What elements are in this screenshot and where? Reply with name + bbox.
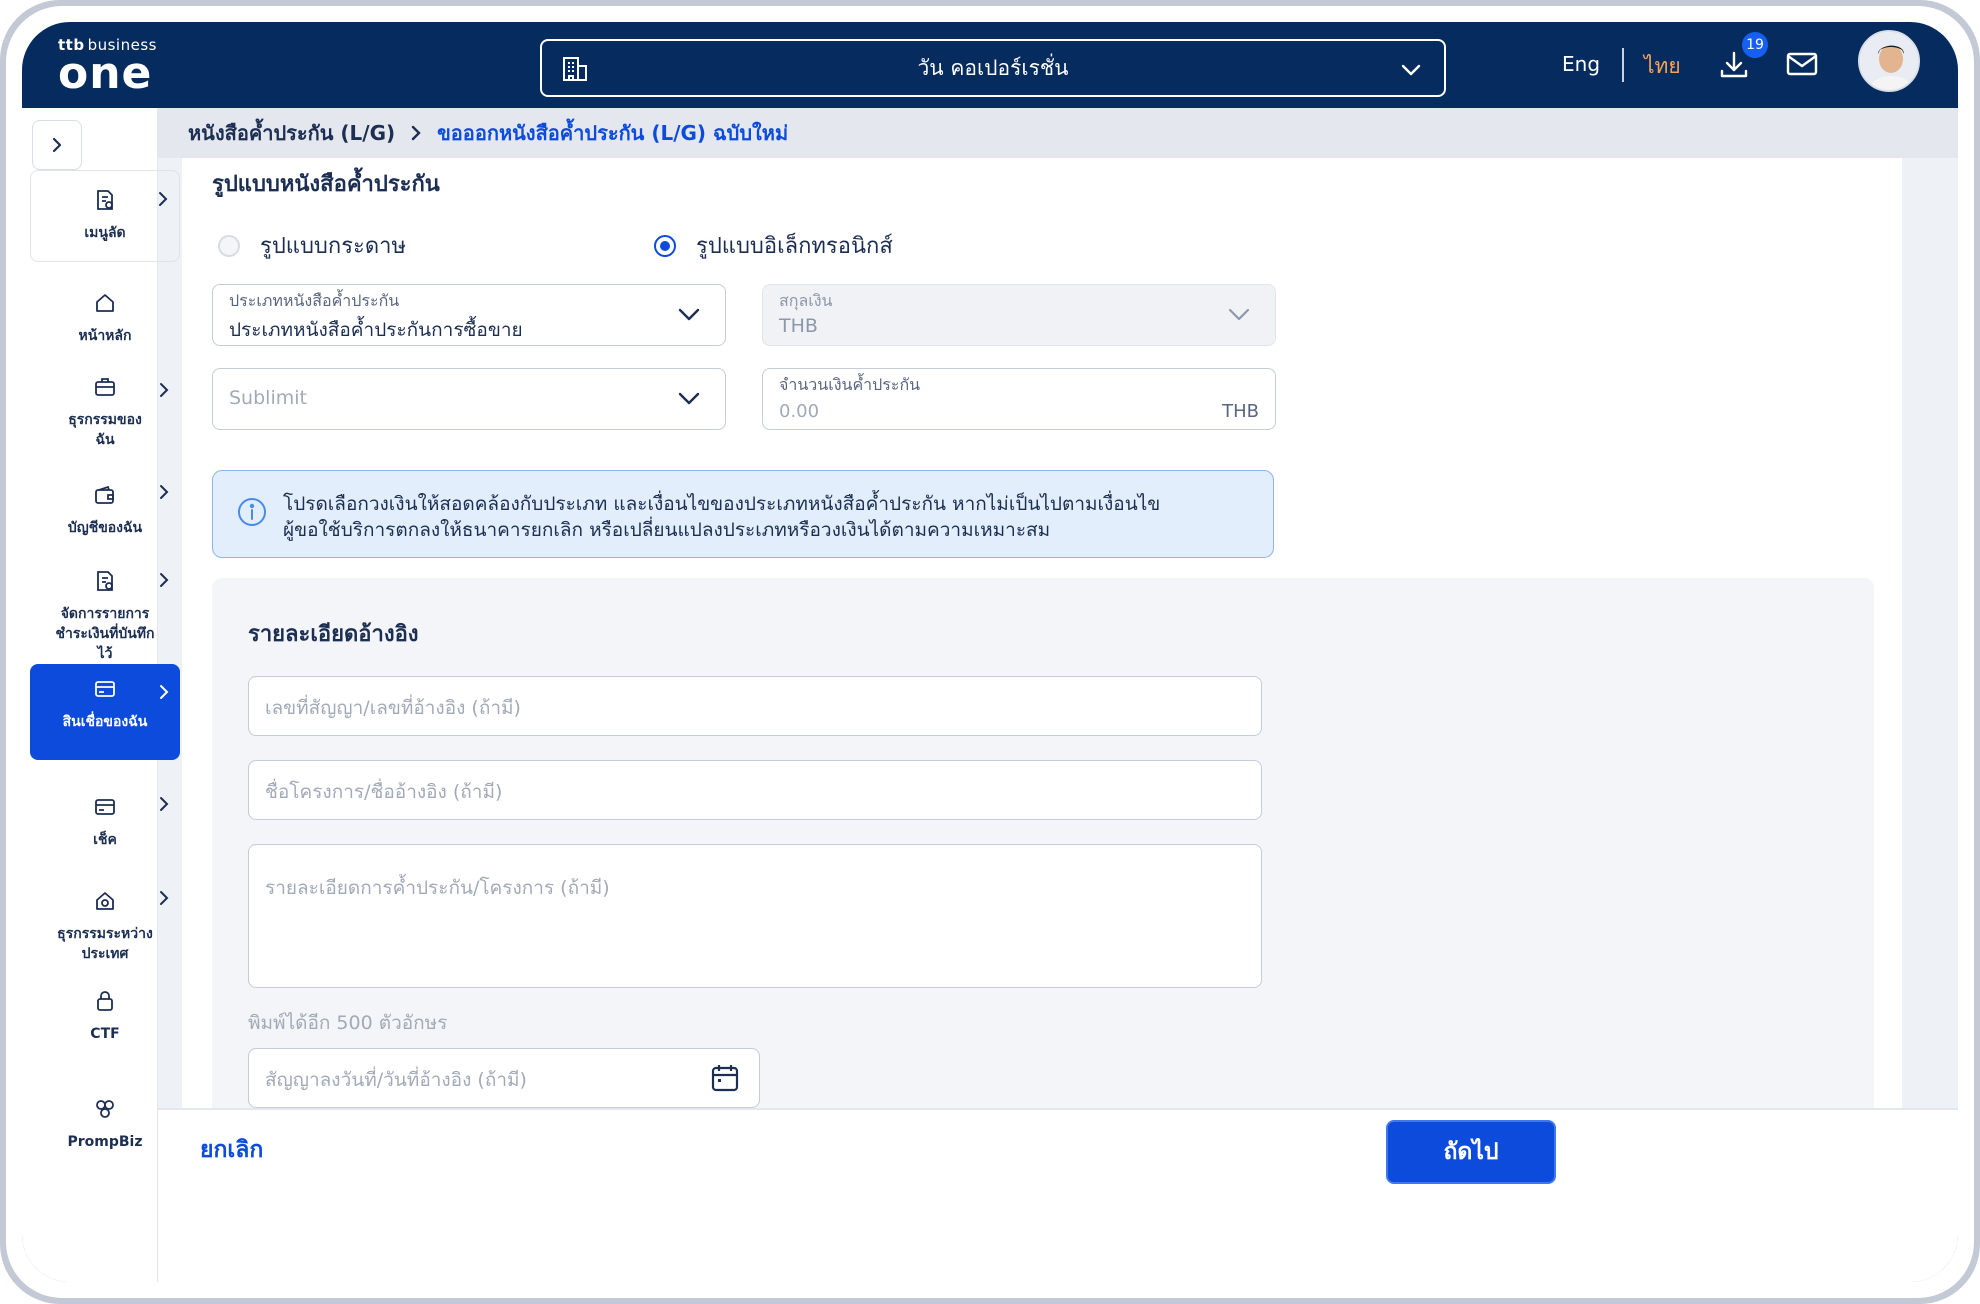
chevron-right-icon [158, 572, 170, 594]
sidebar-item-label: บัญชีของฉัน [67, 520, 143, 536]
amount-currency-suffix: THB [1222, 401, 1259, 422]
sublimit-placeholder: Sublimit [229, 387, 307, 409]
breadcrumb: หนังสือค้ำประกัน (L/G) ขอออกหนังสือค้ำปร… [158, 108, 1958, 158]
lg-type-label: ประเภทหนังสือค้ำประกัน [229, 291, 400, 310]
document-icon [94, 189, 116, 217]
sublimit-select[interactable]: Sublimit [212, 368, 726, 430]
info-icon [237, 497, 267, 531]
sidebar-item-home[interactable]: หน้าหลัก [30, 274, 180, 354]
currency-value: THB [779, 315, 818, 337]
sidebar-item-label: CTF [90, 1026, 120, 1042]
sidebar-item-label: จัดการรายการชำระเงินที่บันทึกไว้ [55, 606, 155, 662]
character-counter: พิมพ์ได้อีก 500 ตัวอักษร [248, 1012, 448, 1034]
logo-one: one [58, 48, 153, 99]
chevron-down-icon [1400, 59, 1422, 85]
project-name-placeholder: ชื่อโครงการ/ชื่ออ้างอิง (ถ้ามี) [265, 781, 503, 803]
lg-format-title: รูปแบบหนังสือค้ำประกัน [212, 172, 440, 197]
sidebar-item-my-accounts[interactable]: บัญชีของฉัน [30, 464, 180, 544]
chevron-right-icon [157, 191, 169, 213]
currency-select: สกุลเงิน THB [762, 284, 1276, 346]
company-selector[interactable]: วัน คอเปอร์เรชั่น [540, 39, 1446, 97]
user-avatar[interactable] [1858, 30, 1920, 92]
building-icon [562, 55, 588, 87]
radio-paper-label: รูปแบบกระดาษ [260, 234, 406, 259]
sidebar-item-international[interactable]: ธุรกรรมระหว่างประเทศ [30, 870, 180, 966]
reference-details-title: รายละเอียดอ้างอิง [248, 622, 419, 647]
main-content: เมนูลัด หน้าหลัก ธุรกรรมของฉัน บัญชีของฉ… [22, 108, 1958, 1282]
sidebar-item-label: ธุรกรรมของฉัน [68, 412, 142, 448]
app-window: ttb business one วัน คอเปอร์เรชั่น Eng ไท… [22, 22, 1958, 1282]
sidebar-item-saved-payments[interactable]: จัดการรายการชำระเงินที่บันทึกไว้ [30, 552, 180, 662]
chevron-down-icon [1227, 303, 1251, 329]
chevron-right-icon [158, 684, 170, 706]
chevron-right-icon [158, 484, 170, 506]
radio-unchecked-icon [218, 234, 240, 257]
info-notice: โปรดเลือกวงเงินให้สอดคล้องกับประเภท และเ… [212, 470, 1274, 558]
breadcrumb-current: ขอออกหนังสือค้ำประกัน (L/G) ฉบับใหม่ [437, 121, 789, 145]
radio-checked-icon [654, 234, 676, 257]
globe-home-icon [94, 890, 116, 918]
sidebar-item-label: PrompBiz [67, 1134, 143, 1150]
wallet-icon [94, 484, 116, 512]
lang-english[interactable]: Eng [1562, 52, 1600, 76]
download-count-badge: 19 [1740, 30, 1770, 60]
chevron-right-icon [158, 796, 170, 818]
mail-icon[interactable] [1786, 50, 1818, 82]
sidebar-item-my-loans[interactable]: สินเชื่อของฉัน [30, 664, 180, 760]
guarantee-amount-input[interactable]: จำนวนเงินค้ำประกัน 0.00 THB [762, 368, 1276, 430]
briefcase-icon [94, 376, 116, 404]
sidebar-expand-button[interactable] [32, 120, 82, 170]
details-placeholder: รายละเอียดการค้ำประกัน/โครงการ (ถ้ามี) [265, 877, 610, 899]
radio-paper-format[interactable]: รูปแบบกระดาษ [218, 228, 406, 263]
radio-electronic-format[interactable]: รูปแบบอิเล็กทรอนิกส์ [654, 228, 893, 263]
contract-number-placeholder: เลขที่สัญญา/เลขที่อ้างอิง (ถ้ามี) [265, 697, 521, 719]
amount-placeholder: 0.00 [779, 401, 820, 422]
credit-card-icon [94, 678, 116, 706]
lock-icon [95, 990, 115, 1018]
breadcrumb-root-link[interactable]: หนังสือค้ำประกัน (L/G) [188, 117, 395, 149]
cancel-button[interactable]: ยกเลิก [200, 1132, 263, 1168]
chevron-right-icon [409, 124, 423, 142]
project-name-input[interactable]: ชื่อโครงการ/ชื่ออ้างอิง (ถ้ามี) [248, 760, 1262, 820]
sidebar-item-ctf[interactable]: CTF [30, 968, 180, 1048]
sidebar-item-label: หน้าหลัก [78, 328, 132, 344]
next-button[interactable]: ถัดไป [1386, 1120, 1556, 1184]
prompbiz-icon [94, 1098, 116, 1126]
info-line-2: ผู้ขอใช้บริการตกลงให้ธนาคารยกเลิก หรือเป… [283, 519, 1051, 541]
radio-electronic-label: รูปแบบอิเล็กทรอนิกส์ [696, 234, 893, 259]
info-line-1: โปรดเลือกวงเงินให้สอดคล้องกับประเภท และเ… [283, 493, 1161, 515]
home-icon [94, 292, 116, 320]
chevron-down-icon [677, 303, 701, 329]
amount-label: จำนวนเงินค้ำประกัน [779, 375, 921, 394]
top-header: ttb business one วัน คอเปอร์เรชั่น Eng ไท… [22, 22, 1958, 108]
brand-logo[interactable]: ttb business one [58, 36, 157, 99]
chevron-right-icon [158, 382, 170, 404]
company-name: วัน คอเปอร์เรชั่น [917, 55, 1069, 80]
lang-thai[interactable]: ไทย [1644, 50, 1681, 83]
lg-type-value: ประเภทหนังสือค้ำประกันการซื้อขาย [229, 319, 523, 341]
guarantee-details-textarea[interactable]: รายละเอียดการค้ำประกัน/โครงการ (ถ้ามี) [248, 844, 1262, 988]
chevron-right-icon [158, 890, 170, 912]
sidebar-item-label: สินเชื่อของฉัน [62, 714, 148, 730]
sidebar: เมนูลัด หน้าหลัก ธุรกรรมของฉัน บัญชีของฉ… [22, 108, 180, 1282]
contract-date-input[interactable]: สัญญาลงวันที่/วันที่อ้างอิง (ถ้ามี) [248, 1048, 760, 1108]
sidebar-item-my-transactions[interactable]: ธุรกรรมของฉัน [30, 362, 180, 452]
sidebar-item-label: เมนูลัด [84, 225, 126, 241]
chevron-down-icon [677, 387, 701, 413]
contract-number-input[interactable]: เลขที่สัญญา/เลขที่อ้างอิง (ถ้ามี) [248, 676, 1262, 736]
sidebar-item-shortcut[interactable]: เมนูลัด [30, 170, 180, 262]
cheque-icon [94, 796, 116, 824]
contract-date-placeholder: สัญญาลงวันที่/วันที่อ้างอิง (ถ้ามี) [265, 1069, 527, 1091]
sidebar-item-cheque[interactable]: เช็ค [30, 776, 180, 856]
lg-type-select[interactable]: ประเภทหนังสือค้ำประกัน ประเภทหนังสือค้ำป… [212, 284, 726, 346]
calendar-icon[interactable] [711, 1063, 739, 1097]
lang-divider [1622, 48, 1624, 82]
document-check-icon [94, 570, 116, 598]
sidebar-item-label: เช็ค [93, 832, 117, 848]
currency-label: สกุลเงิน [779, 291, 833, 310]
action-footer: ยกเลิก ถัดไป [158, 1108, 1958, 1282]
sidebar-item-label: ธุรกรรมระหว่างประเทศ [57, 926, 153, 962]
